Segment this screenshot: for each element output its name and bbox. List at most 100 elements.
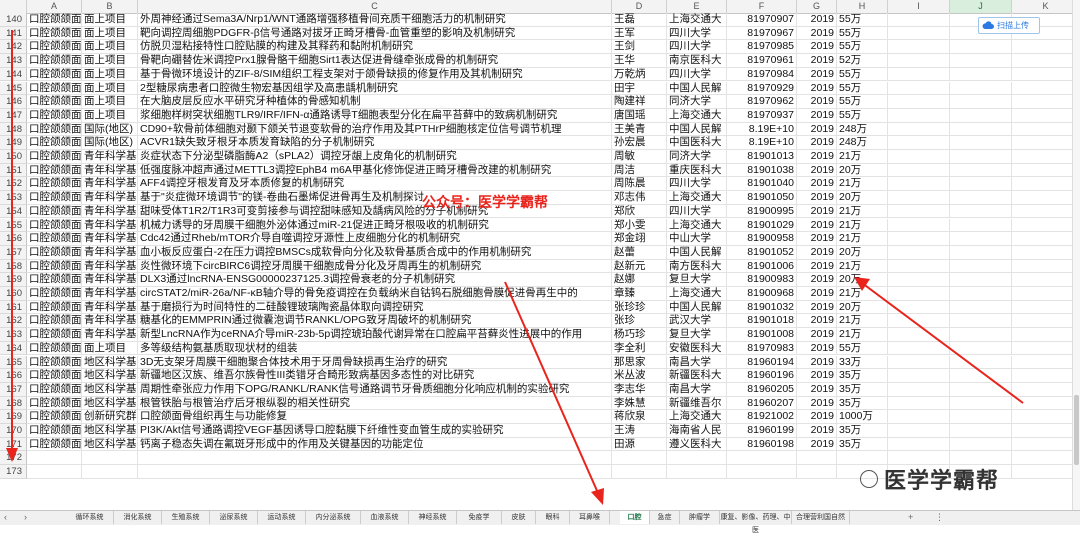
cell-g[interactable]: 2019 [797, 218, 837, 233]
row-number[interactable]: 171 [0, 437, 27, 452]
cell-empty[interactable] [888, 122, 950, 137]
cell-empty[interactable] [888, 13, 950, 27]
row-number[interactable]: 161 [0, 300, 27, 315]
cell-a[interactable]: 口腔颌颌面 [27, 40, 82, 55]
cell-f[interactable]: 81970983 [727, 341, 797, 356]
cell-g[interactable]: 2019 [797, 26, 837, 41]
cell-c[interactable]: 机械力诱导的牙周膜干细胞外泌体通过miR-21促进正畸牙根吸收的机制研究 [138, 218, 612, 233]
cell-empty[interactable] [950, 67, 1012, 82]
cell-empty[interactable] [1012, 81, 1080, 96]
row-number[interactable]: 144 [0, 67, 27, 82]
cell-f[interactable] [727, 451, 797, 466]
cell-g[interactable]: 2019 [797, 259, 837, 274]
cell-f[interactable]: 81901050 [727, 191, 797, 205]
cell-b[interactable]: 地区科学基 [82, 382, 138, 397]
cell-empty[interactable] [1012, 341, 1080, 356]
cell-h[interactable] [837, 451, 888, 466]
cell-h[interactable]: 35万 [837, 369, 888, 383]
cell-b[interactable]: 青年科学基 [82, 232, 138, 246]
sheet-tab-11[interactable]: 耳鼻喉 [570, 511, 610, 524]
row-number[interactable]: 152 [0, 177, 27, 192]
cell-b[interactable]: 创新研究群 [82, 410, 138, 424]
cell-g[interactable] [797, 465, 837, 479]
row-number[interactable]: 140 [0, 13, 27, 27]
cell-a[interactable]: 口腔颌颌面 [27, 163, 82, 178]
cell-h[interactable]: 21万 [837, 177, 888, 192]
cell-g[interactable]: 2019 [797, 314, 837, 329]
column-header-b[interactable]: B [82, 0, 138, 13]
cell-empty[interactable] [950, 287, 1012, 301]
cell-f[interactable]: 81901040 [727, 177, 797, 192]
cell-h[interactable]: 52万 [837, 54, 888, 68]
cell-e[interactable]: 四川大学 [667, 40, 727, 55]
cell-empty[interactable] [950, 81, 1012, 96]
cell-empty[interactable] [950, 341, 1012, 356]
cell-empty[interactable] [950, 95, 1012, 109]
cell-empty[interactable] [888, 40, 950, 55]
row-number[interactable]: 157 [0, 245, 27, 260]
cell-a[interactable]: 口腔颌颌面 [27, 287, 82, 301]
cell-e[interactable] [667, 465, 727, 479]
cell-d[interactable]: 陶建祥 [612, 95, 667, 109]
cell-d[interactable]: 郑小雯 [612, 218, 667, 233]
cell-empty[interactable] [1012, 177, 1080, 192]
cell-empty[interactable] [950, 204, 1012, 219]
cell-empty[interactable] [950, 424, 1012, 438]
cell-a[interactable]: 口腔颌颌面 [27, 191, 82, 205]
cell-empty[interactable] [1012, 382, 1080, 397]
cell-g[interactable]: 2019 [797, 369, 837, 383]
cell-e[interactable]: 安徽医科大 [667, 341, 727, 356]
sheet-tab-14[interactable]: 肿瘤学 [680, 511, 720, 524]
cell-g[interactable]: 2019 [797, 150, 837, 164]
cell-a[interactable] [27, 451, 82, 466]
cell-empty[interactable] [888, 191, 950, 205]
cell-e[interactable]: 南昌大学 [667, 355, 727, 370]
cell-d[interactable]: 那思家 [612, 355, 667, 370]
cell-h[interactable]: 55万 [837, 341, 888, 356]
cell-d[interactable] [612, 451, 667, 466]
sheet-tab-9[interactable]: 皮肤 [502, 511, 536, 524]
cell-f[interactable]: 81960198 [727, 437, 797, 452]
cell-empty[interactable] [950, 314, 1012, 329]
cell-empty[interactable] [1012, 95, 1080, 109]
cell-d[interactable]: 田源 [612, 437, 667, 452]
cell-g[interactable]: 2019 [797, 232, 837, 246]
cell-empty[interactable] [1012, 204, 1080, 219]
row-number[interactable]: 164 [0, 341, 27, 356]
cell-a[interactable]: 口腔颌颌面 [27, 341, 82, 356]
cell-f[interactable]: 8.19E+10 [727, 122, 797, 137]
cell-b[interactable]: 青年科学基 [82, 191, 138, 205]
cell-empty[interactable] [1012, 396, 1080, 411]
cell-f[interactable]: 81901038 [727, 163, 797, 178]
cell-empty[interactable] [950, 300, 1012, 315]
cell-e[interactable]: 上海交通大 [667, 13, 727, 27]
sheet-tab-10[interactable]: 眼科 [536, 511, 570, 524]
cell-g[interactable]: 2019 [797, 273, 837, 287]
cell-c[interactable]: Cdc42通过Rheb/mTOR介导自噬调控牙源性上皮细胞分化的机制研究 [138, 232, 612, 246]
cell-e[interactable]: 中国医科大 [667, 136, 727, 150]
row-number[interactable]: 158 [0, 259, 27, 274]
cell-c[interactable]: 基于骨微环境设计的ZIF-8/SIM组织工程支架对于颌骨缺损的修复作用及其机制研… [138, 67, 612, 82]
cell-c[interactable]: 新疆地区汉族、维吾尔族骨性III类错牙合畸形致病基因多态性的对比研究 [138, 369, 612, 383]
cell-empty[interactable] [888, 396, 950, 411]
cell-h[interactable]: 55万 [837, 67, 888, 82]
row-number[interactable]: 169 [0, 410, 27, 424]
cell-f[interactable]: 81970937 [727, 108, 797, 123]
row-number[interactable]: 155 [0, 218, 27, 233]
cell-e[interactable]: 四川大学 [667, 67, 727, 82]
cell-c[interactable]: 多等级结构氨基质取现状材的组装 [138, 341, 612, 356]
row-number[interactable]: 168 [0, 396, 27, 411]
cell-c[interactable]: circSTAT2/miR-26a/NF-κB轴介导的骨免疫调控在负载纳米自钴钨… [138, 287, 612, 301]
cell-h[interactable]: 1000万 [837, 410, 888, 424]
cell-g[interactable]: 2019 [797, 67, 837, 82]
sheet-tab-5[interactable]: 内分泌系统 [306, 511, 361, 524]
cell-empty[interactable] [888, 314, 950, 329]
cell-c[interactable]: 炎症状态下分泌型磷脂酶A2（sPLA2）调控牙龈上皮角化的机制研究 [138, 150, 612, 164]
cell-c[interactable]: ACVR1缺失致牙根牙本质发育缺陷的分子机制研究 [138, 136, 612, 150]
cell-f[interactable]: 81900983 [727, 273, 797, 287]
cell-b[interactable]: 地区科学基 [82, 355, 138, 370]
cell-d[interactable]: 李志华 [612, 382, 667, 397]
cell-e[interactable]: 南京医科大 [667, 54, 727, 68]
cell-empty[interactable] [1012, 108, 1080, 123]
cell-e[interactable]: 同济大学 [667, 150, 727, 164]
